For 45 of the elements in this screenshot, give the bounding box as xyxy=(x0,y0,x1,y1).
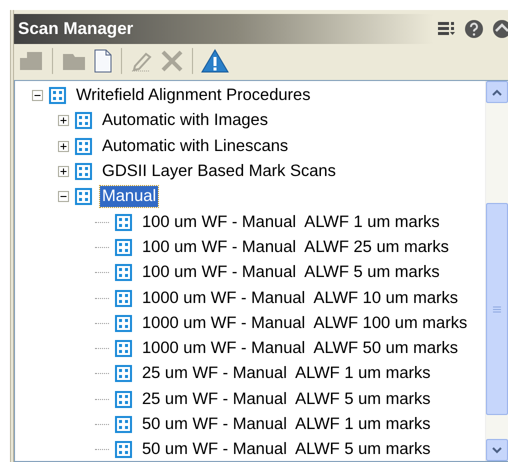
scroll-down-icon[interactable] xyxy=(492,446,502,454)
scroll-up-icon[interactable] xyxy=(492,88,502,96)
warning-icon[interactable] xyxy=(201,48,229,74)
page-icon[interactable] xyxy=(93,49,113,73)
grid-node-icon xyxy=(115,340,132,358)
tree-item[interactable]: 100 um WF - Manual ALWF 5 um marks xyxy=(140,262,442,284)
expand-icon[interactable] xyxy=(58,115,69,126)
tree-item[interactable]: 1000 um WF - Manual ALWF 10 um marks xyxy=(140,288,460,309)
expand-icon[interactable] xyxy=(58,166,69,178)
grid-node-icon xyxy=(75,138,92,155)
list-menu-icon[interactable] xyxy=(438,21,456,37)
collapse-icon[interactable] xyxy=(32,90,43,102)
tree-item[interactable]: Automatic with Images xyxy=(100,110,270,132)
grid-node-icon xyxy=(115,214,132,231)
grid-node-icon xyxy=(115,390,132,408)
tree-item[interactable]: Automatic with Linescans xyxy=(100,136,290,157)
grid-node-icon xyxy=(115,290,132,307)
grid-node-icon xyxy=(115,238,132,256)
collapse-icon[interactable] xyxy=(492,19,508,39)
scrollbar[interactable] xyxy=(485,81,508,461)
grid-node-icon xyxy=(115,441,132,458)
grid-node-icon xyxy=(75,188,92,206)
tree-item[interactable]: Writefield Alignment Procedures xyxy=(74,85,312,106)
grid-node-icon xyxy=(115,314,132,332)
grid-node-icon xyxy=(49,87,66,104)
tree-item[interactable]: 50 um WF - Manual ALWF 5 um marks xyxy=(140,439,433,460)
tree-item[interactable]: 100 um WF - Manual ALWF 1 um marks xyxy=(140,212,442,233)
tree-item[interactable]: 1000 um WF - Manual ALWF 100 um marks xyxy=(140,312,470,334)
grid-node-icon xyxy=(115,416,132,433)
grip-icon[interactable] xyxy=(493,306,501,312)
grid-node-icon xyxy=(115,365,132,382)
help-icon[interactable] xyxy=(464,19,484,39)
collapse-icon[interactable] xyxy=(58,191,69,202)
tree-item[interactable]: 100 um WF - Manual ALWF 25 um marks xyxy=(140,236,451,258)
grid-node-icon xyxy=(115,264,132,282)
tree-item[interactable]: 1000 um WF - Manual ALWF 50 um marks xyxy=(140,338,460,360)
grid-node-icon xyxy=(75,112,92,130)
expand-icon[interactable] xyxy=(58,140,69,152)
grid-node-icon xyxy=(75,163,92,180)
tree-item[interactable]: Manual xyxy=(100,186,158,208)
tree-item[interactable]: 25 um WF - Manual ALWF 5 um marks xyxy=(140,388,433,410)
tree-item[interactable]: 25 um WF - Manual ALWF 1 um marks xyxy=(140,363,433,384)
tree-item[interactable]: 50 um WF - Manual ALWF 1 um marks xyxy=(140,414,433,435)
tree-item[interactable]: GDSII Layer Based Mark Scans xyxy=(100,161,338,182)
panel-title: Scan Manager xyxy=(17,19,134,39)
